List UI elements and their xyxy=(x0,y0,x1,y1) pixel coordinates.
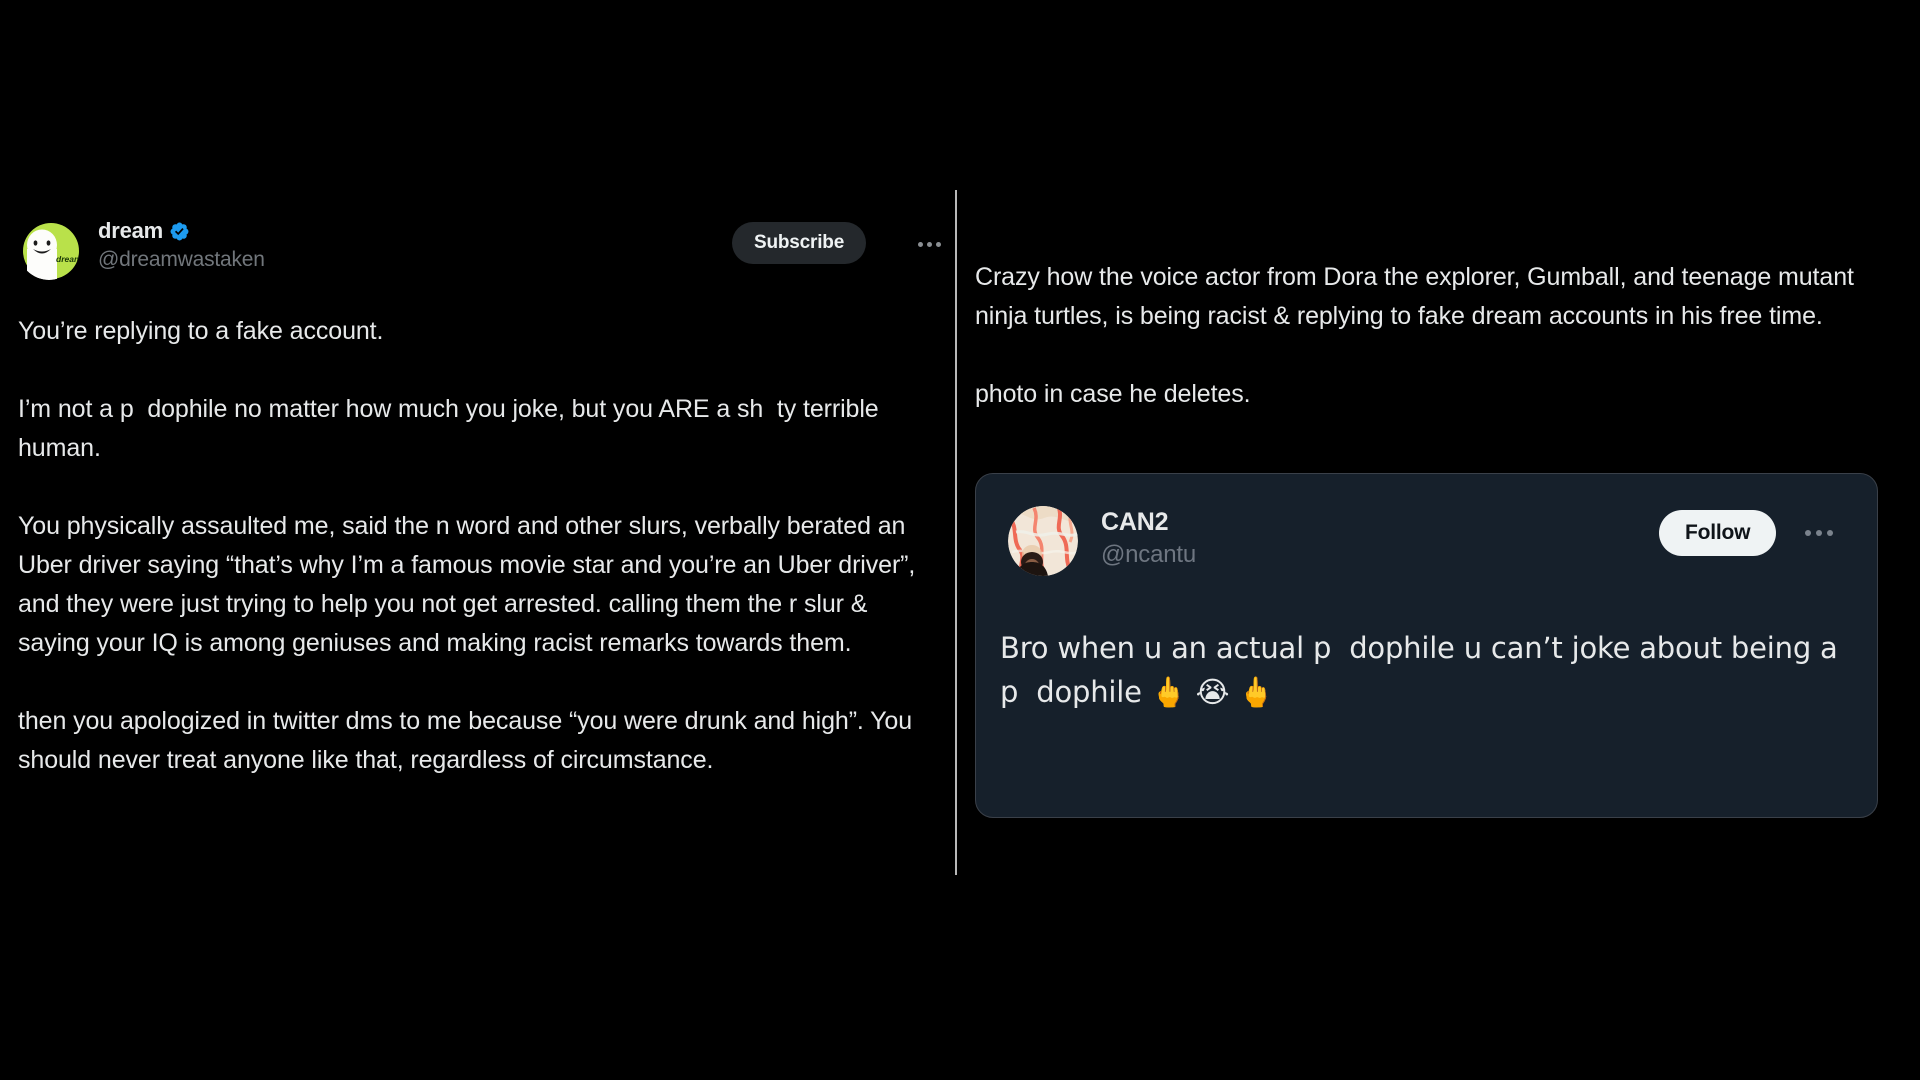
quoted-tweet-header: CAN2 @ncantu Follow xyxy=(1008,506,1848,578)
quoted-account-identity: CAN2 @ncantu xyxy=(1101,507,1196,570)
tweet-body-text: You’re replying to a fake account. I’m n… xyxy=(18,317,916,774)
dot xyxy=(1816,530,1822,536)
svg-text:dream: dream xyxy=(56,254,80,264)
right-tweet-pane: Crazy how the voice actor from Dora the … xyxy=(975,0,1920,1080)
dot xyxy=(917,241,923,247)
pane-divider xyxy=(955,190,957,875)
account-handle: @dreamwastaken xyxy=(98,248,265,271)
subscribe-button[interactable]: Subscribe xyxy=(732,222,867,264)
dot xyxy=(1827,530,1833,536)
quoted-display-name: CAN2 xyxy=(1101,508,1169,536)
left-tweet-pane: dream dream @dreamwastaken Subscribe You… xyxy=(0,0,950,1080)
dot xyxy=(935,241,941,247)
more-horizontal-icon[interactable] xyxy=(913,232,945,256)
display-name: dream xyxy=(98,218,164,243)
tweet-header: dream dream @dreamwastaken Subscribe xyxy=(18,218,941,290)
quoted-tweet-body-text: Bro when u an actual p dophile u can’t j… xyxy=(1000,631,1847,709)
dream-avatar[interactable]: dream xyxy=(18,218,80,280)
account-identity: dream @dreamwastaken xyxy=(98,218,265,274)
quoted-account-handle: @ncantu xyxy=(1101,541,1197,568)
can2-avatar[interactable] xyxy=(1008,506,1078,576)
verified-badge-icon xyxy=(169,221,190,242)
name-row: dream xyxy=(98,218,265,244)
quoted-tweet-card[interactable]: CAN2 @ncantu Follow Bro when u an actual… xyxy=(975,473,1878,818)
more-horizontal-icon[interactable] xyxy=(1802,521,1836,545)
dot xyxy=(1805,530,1811,536)
right-tweet-body-text: Crazy how the voice actor from Dora the … xyxy=(975,263,1854,408)
follow-button[interactable]: Follow xyxy=(1659,510,1777,556)
dot xyxy=(926,241,932,247)
